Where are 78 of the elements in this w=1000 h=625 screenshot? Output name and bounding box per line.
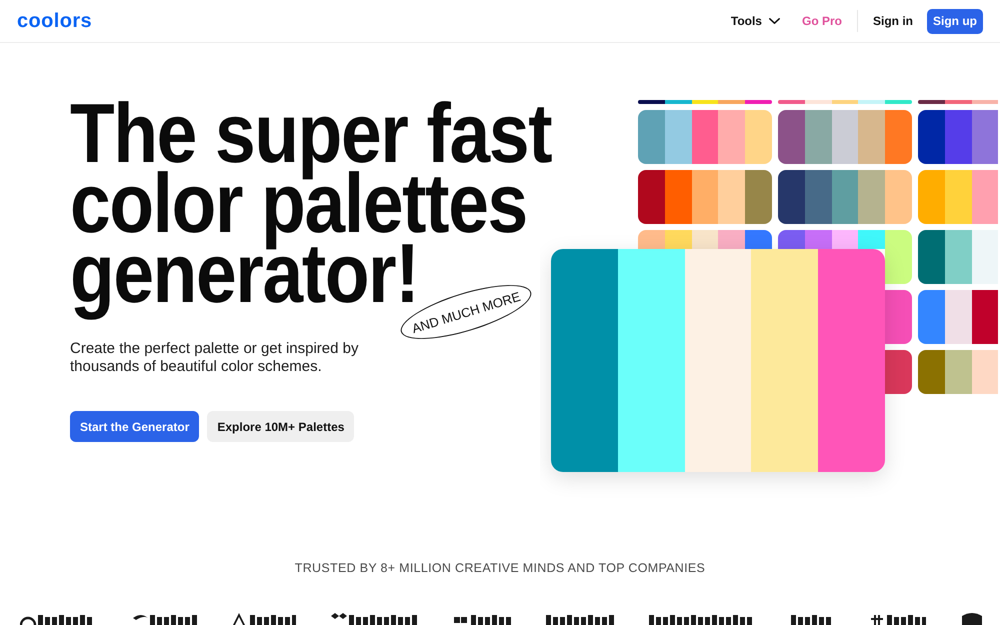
nav-link[interactable]: Sign in <box>873 14 913 28</box>
company-logo <box>869 612 926 625</box>
color-swatch[interactable] <box>718 230 746 249</box>
color-swatch[interactable] <box>804 170 832 224</box>
color-swatch[interactable] <box>832 110 858 164</box>
company-logo <box>132 612 197 625</box>
color-swatch[interactable] <box>692 170 718 224</box>
explore-palettes-button[interactable]: Explore 10M+ Palettes <box>207 411 354 442</box>
company-logo <box>791 612 834 625</box>
company-logo <box>546 612 614 625</box>
color-swatch[interactable] <box>778 100 805 104</box>
trusted-by-heading: TRUSTED BY 8+ MILLION CREATIVE MINDS AND TOP COMPANIES <box>294 560 706 576</box>
site-logo[interactable]: coolors <box>17 10 92 32</box>
color-swatch[interactable] <box>664 100 692 104</box>
color-swatch[interactable] <box>692 230 718 249</box>
color-swatch[interactable] <box>858 170 886 224</box>
sign-up-button[interactable]: Sign up <box>927 8 983 34</box>
color-swatch[interactable] <box>885 230 912 284</box>
color-swatch[interactable] <box>918 290 945 344</box>
color-swatch[interactable] <box>944 230 972 284</box>
color-swatch[interactable] <box>692 100 718 104</box>
color-swatch[interactable] <box>832 230 858 249</box>
nav-menu-button[interactable]: Tools <box>730 14 780 28</box>
company-logo <box>961 612 983 625</box>
color-swatch[interactable] <box>718 170 746 224</box>
color-swatch[interactable] <box>832 170 858 224</box>
color-swatch[interactable] <box>972 100 998 104</box>
color-swatch[interactable] <box>664 170 692 224</box>
color-swatch[interactable] <box>745 100 772 104</box>
hero-description: Create the perfect palette or get inspired by thousands of beautiful color schemes. <box>70 340 360 376</box>
color-swatch[interactable] <box>638 170 665 224</box>
color-swatch[interactable] <box>972 230 998 284</box>
color-swatch[interactable] <box>885 100 912 104</box>
color-swatch[interactable] <box>885 110 912 164</box>
color-swatch[interactable] <box>918 350 945 394</box>
color-swatch[interactable] <box>858 110 886 164</box>
company-logo <box>453 612 511 625</box>
color-swatch[interactable] <box>804 230 832 249</box>
color-swatch[interactable] <box>638 230 665 249</box>
color-swatch[interactable] <box>885 170 912 224</box>
color-swatch[interactable] <box>745 110 772 164</box>
color-swatch[interactable] <box>832 100 858 104</box>
color-swatch[interactable] <box>885 350 912 394</box>
color-swatch[interactable] <box>972 170 998 224</box>
chevron-down-icon <box>768 18 780 24</box>
color-swatch[interactable] <box>944 110 972 164</box>
color-swatch[interactable] <box>638 110 665 164</box>
color-swatch[interactable] <box>778 170 805 224</box>
color-swatch[interactable] <box>944 350 972 394</box>
color-swatch[interactable] <box>745 170 772 224</box>
color-swatch[interactable] <box>944 100 972 104</box>
color-swatch[interactable] <box>918 230 945 284</box>
color-swatch[interactable] <box>778 110 805 164</box>
color-swatch[interactable] <box>804 110 832 164</box>
color-swatch[interactable] <box>804 100 832 104</box>
color-swatch[interactable] <box>745 230 772 249</box>
color-swatch[interactable] <box>664 230 692 249</box>
palette-card[interactable] <box>551 249 885 472</box>
color-swatch[interactable] <box>778 230 805 249</box>
color-swatch[interactable] <box>944 290 972 344</box>
color-swatch[interactable] <box>972 350 998 394</box>
company-logo <box>232 612 296 625</box>
color-swatch[interactable] <box>718 100 746 104</box>
color-swatch[interactable] <box>638 100 665 104</box>
color-swatch[interactable] <box>918 100 945 104</box>
color-swatch[interactable] <box>858 100 886 104</box>
color-swatch[interactable] <box>918 170 945 224</box>
color-swatch[interactable] <box>858 230 886 249</box>
start-generator-button[interactable]: Start the Generator <box>70 411 200 442</box>
color-swatch[interactable] <box>718 110 746 164</box>
color-swatch[interactable] <box>664 110 692 164</box>
color-swatch[interactable] <box>918 110 945 164</box>
color-swatch[interactable] <box>972 290 998 344</box>
upgrade-link[interactable]: Go Pro <box>802 14 842 28</box>
color-swatch[interactable] <box>885 290 912 344</box>
color-swatch[interactable] <box>944 170 972 224</box>
color-swatch[interactable] <box>692 110 718 164</box>
color-swatch[interactable] <box>972 110 998 164</box>
